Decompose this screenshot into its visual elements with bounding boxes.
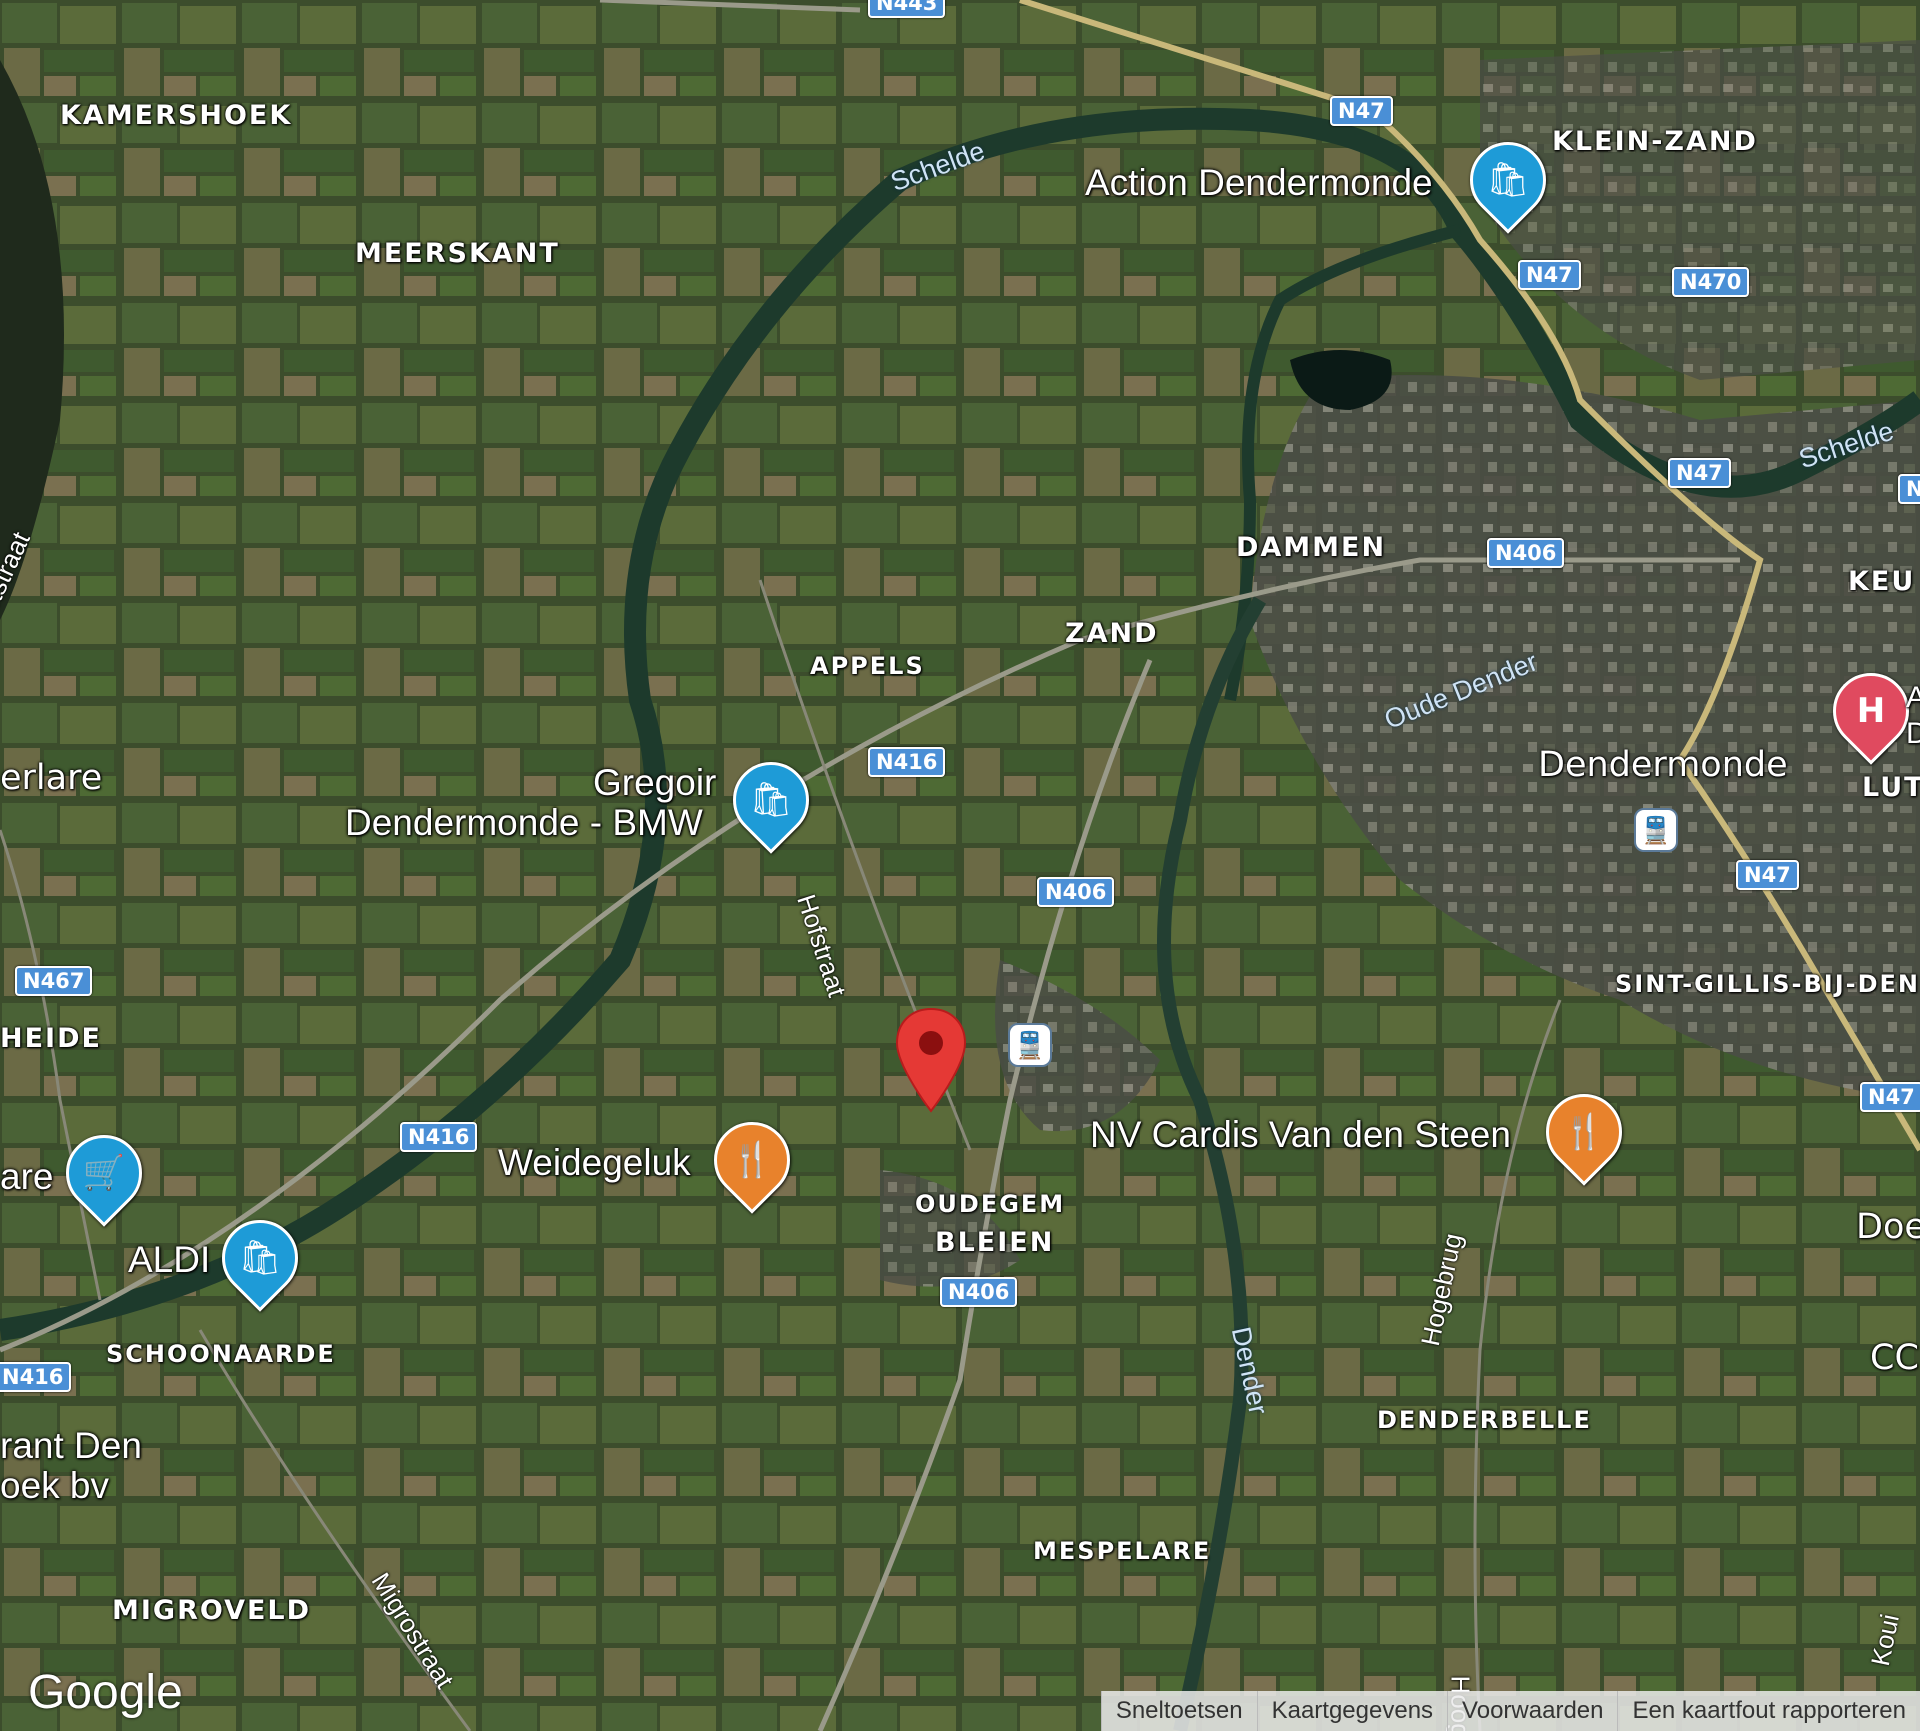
place-label-denderbelle: DENDERBELLE [1377, 1406, 1592, 1434]
poi-label-rant-line2[interactable]: oek bv [0, 1466, 109, 1506]
road-shield: N47 [1736, 860, 1799, 890]
road-shield: N47 [1330, 96, 1393, 126]
poi-label-aldi[interactable]: ALDI [128, 1240, 210, 1280]
google-logo: Google [28, 1666, 183, 1719]
place-label-zand: ZAND [1065, 618, 1159, 649]
map-footer: Sneltoetsen Kaartgegevens Voorwaarden Ee… [1100, 1691, 1920, 1731]
road-shield: N467 [15, 966, 93, 996]
place-label-klein-zand: KLEIN-ZAND [1552, 126, 1758, 157]
place-label-mespelare: MESPELARE [1033, 1537, 1212, 1565]
train-station-icon[interactable]: 🚆 [1008, 1023, 1052, 1067]
poi-label-rant-line1[interactable]: rant Den [0, 1426, 142, 1466]
road-shield: N406 [1487, 538, 1565, 568]
place-label-oudegem: OUDEGEM [915, 1190, 1066, 1218]
place-label-kamershoek: KAMERSHOEK [60, 100, 293, 131]
poi-label-cardis[interactable]: NV Cardis Van den Steen [1090, 1115, 1511, 1155]
road-shield: N47 [1668, 458, 1731, 488]
place-label-heide: HEIDE [0, 1023, 102, 1054]
poi-label-action[interactable]: Action Dendermonde [1085, 163, 1433, 203]
place-label-lut: LUT [1862, 772, 1920, 803]
location-marker-icon[interactable] [893, 1007, 969, 1115]
place-label-cc: CC [1870, 1338, 1919, 1378]
poi-label-weidegeluk[interactable]: Weidegeluk [498, 1143, 691, 1183]
fork-knife-icon: 🍴 [730, 1141, 774, 1179]
shopping-bag-icon: 🛍 [1486, 161, 1530, 199]
poi-label-hospital-line2[interactable]: D [1906, 714, 1920, 754]
place-label-bleien: BLEIEN [935, 1227, 1055, 1258]
road-shield: N47 [1860, 1082, 1920, 1112]
place-label-meerskant: MEERSKANT [355, 238, 560, 269]
place-label-dendermonde: Dendermonde [1538, 745, 1788, 785]
poi-label-gregoir-line2[interactable]: Dendermonde - BMW [345, 803, 703, 843]
road-shield: N470 [1672, 267, 1750, 297]
place-label-dammen: DAMMEN [1236, 532, 1387, 563]
road-shield: N406 [940, 1277, 1018, 1307]
place-label-keu: KEU [1848, 566, 1916, 597]
road-shield: N47 [1518, 260, 1581, 290]
footer-link-shortcuts[interactable]: Sneltoetsen [1100, 1691, 1257, 1731]
poi-label-hospital-line1[interactable]: A [1906, 678, 1920, 718]
shopping-bag-icon: 🛍 [749, 781, 793, 819]
place-label-sint-gillis: SINT-GILLIS-BIJ-DEND [1615, 970, 1920, 998]
footer-link-report-error[interactable]: Een kaartfout rapporteren [1617, 1691, 1920, 1731]
road-shield: N416 [400, 1122, 478, 1152]
shopping-bag-icon: 🛍 [238, 1239, 282, 1277]
poi-label-gregoir-line1[interactable]: Gregoir [593, 763, 716, 803]
satellite-imagery [0, 0, 1920, 1731]
road-shield: N416 [0, 1362, 72, 1392]
road-shield: N [1898, 474, 1920, 504]
road-shield: N416 [868, 747, 946, 777]
place-label-appels: APPELS [810, 652, 925, 680]
map-canvas[interactable]: KAMERSHOEK MEERSKANT KLEIN-ZAND DAMMEN K… [0, 0, 1920, 1731]
place-label-doe: Doe [1856, 1207, 1920, 1247]
footer-link-terms[interactable]: Voorwaarden [1447, 1691, 1617, 1731]
road-shield: N443 [868, 0, 946, 18]
poi-label-are[interactable]: are [0, 1157, 53, 1197]
hospital-icon: H [1856, 691, 1886, 731]
fork-knife-icon: 🍴 [1562, 1113, 1606, 1151]
place-label-migroveld: MIGROVELD [112, 1595, 312, 1626]
road-shield: N406 [1037, 877, 1115, 907]
place-label-schoonaarde: SCHOONAARDE [106, 1340, 336, 1368]
place-label-erlare: erlare [0, 758, 103, 798]
shopping-cart-icon: 🛒 [82, 1154, 126, 1192]
train-station-icon[interactable]: 🚆 [1634, 808, 1678, 852]
footer-link-map-data[interactable]: Kaartgegevens [1256, 1691, 1447, 1731]
